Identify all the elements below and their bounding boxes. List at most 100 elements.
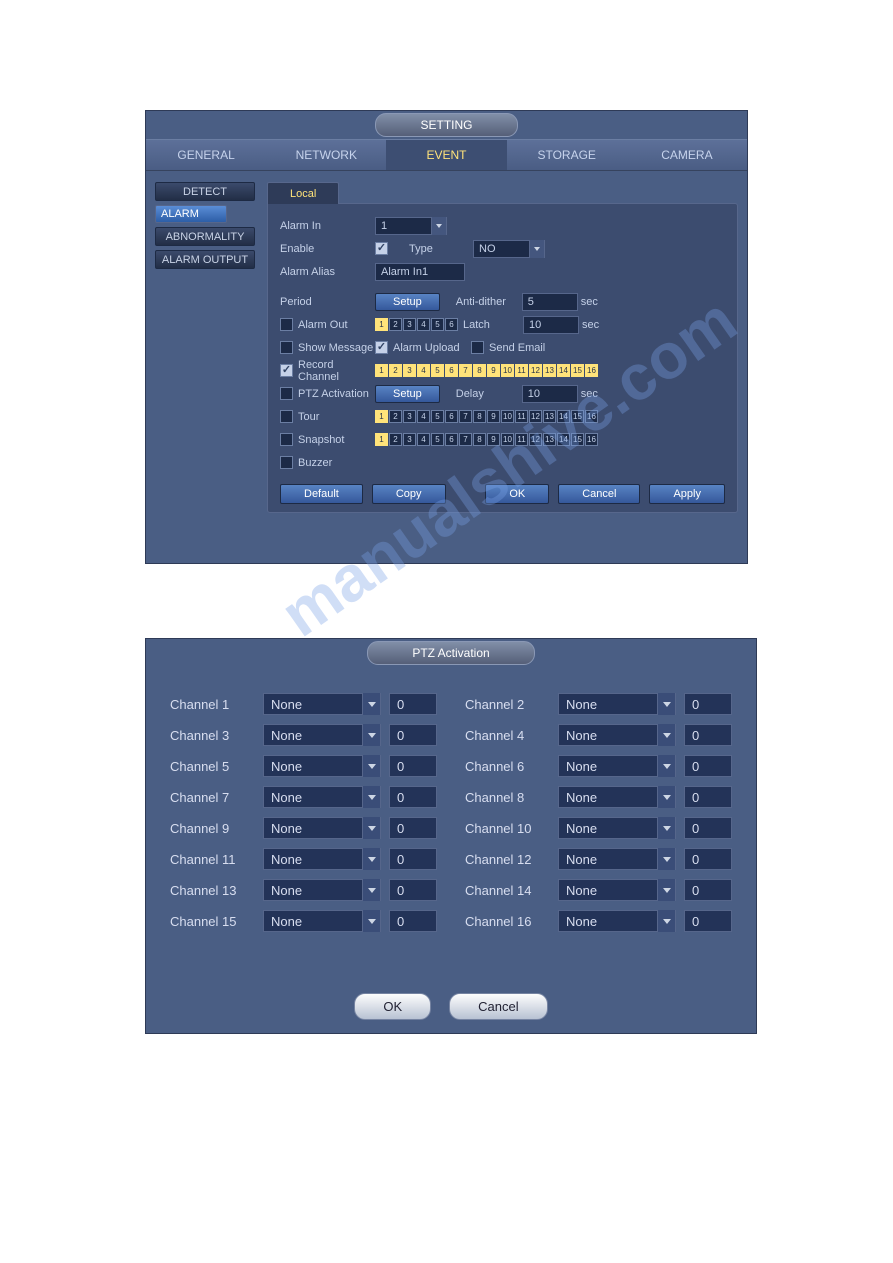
channel-1[interactable]: 1 xyxy=(375,410,388,423)
button-apply[interactable]: Apply xyxy=(649,484,725,504)
channel-1[interactable]: 1 xyxy=(375,318,388,331)
channel-preset-input[interactable]: 0 xyxy=(389,848,437,870)
channel-9[interactable]: 9 xyxy=(487,433,500,446)
channel-5[interactable]: 5 xyxy=(431,433,444,446)
channel-5[interactable]: 5 xyxy=(431,318,444,331)
checkbox-send-email[interactable] xyxy=(471,341,484,354)
channel-preset-input[interactable]: 0 xyxy=(389,817,437,839)
channel-preset-input[interactable]: 0 xyxy=(389,910,437,932)
channel-group-record[interactable]: 12345678910111213141516 xyxy=(375,364,598,377)
input-latch[interactable]: 10 xyxy=(523,316,579,334)
channel-action-select[interactable]: None xyxy=(558,848,676,870)
channel-group-tour[interactable]: 12345678910111213141516 xyxy=(375,410,598,423)
main-tab-storage[interactable]: STORAGE xyxy=(507,140,627,170)
channel-action-select[interactable]: None xyxy=(263,693,381,715)
select-alarm-in[interactable]: 1 xyxy=(375,217,447,235)
channel-action-select[interactable]: None xyxy=(263,724,381,746)
channel-1[interactable]: 1 xyxy=(375,433,388,446)
channel-7[interactable]: 7 xyxy=(459,433,472,446)
channel-preset-input[interactable]: 0 xyxy=(684,755,732,777)
subtab-local[interactable]: Local xyxy=(267,182,339,204)
channel-4[interactable]: 4 xyxy=(417,410,430,423)
channel-action-select[interactable]: None xyxy=(263,910,381,932)
channel-10[interactable]: 10 xyxy=(501,410,514,423)
channel-action-select[interactable]: None xyxy=(263,817,381,839)
channel-11[interactable]: 11 xyxy=(515,410,528,423)
channel-preset-input[interactable]: 0 xyxy=(684,879,732,901)
button-copy[interactable]: Copy xyxy=(372,484,446,504)
channel-7[interactable]: 7 xyxy=(459,410,472,423)
button-cancel[interactable]: Cancel xyxy=(449,993,547,1020)
channel-group-alarm-out[interactable]: 123456 xyxy=(375,318,458,331)
button-ptz-setup[interactable]: Setup xyxy=(375,385,440,403)
channel-9[interactable]: 9 xyxy=(487,410,500,423)
sidebar-alarm[interactable]: ALARM xyxy=(155,205,227,223)
channel-action-select[interactable]: None xyxy=(263,848,381,870)
channel-13[interactable]: 13 xyxy=(543,364,556,377)
input-anti-dither[interactable]: 5 xyxy=(522,293,578,311)
channel-15[interactable]: 15 xyxy=(571,364,584,377)
main-tab-event[interactable]: EVENT xyxy=(386,140,506,170)
channel-preset-input[interactable]: 0 xyxy=(684,910,732,932)
sidebar-detect[interactable]: DETECT xyxy=(155,182,255,201)
input-alias[interactable]: Alarm In1 xyxy=(375,263,465,281)
button-cancel[interactable]: Cancel xyxy=(558,484,640,504)
channel-preset-input[interactable]: 0 xyxy=(389,879,437,901)
sidebar-alarm-output[interactable]: ALARM OUTPUT xyxy=(155,250,255,269)
channel-6[interactable]: 6 xyxy=(445,433,458,446)
channel-12[interactable]: 12 xyxy=(529,364,542,377)
checkbox-record-channel[interactable] xyxy=(280,364,293,377)
button-ok[interactable]: OK xyxy=(354,993,431,1020)
button-ok[interactable]: OK xyxy=(485,484,549,504)
channel-action-select[interactable]: None xyxy=(558,755,676,777)
channel-12[interactable]: 12 xyxy=(529,410,542,423)
channel-3[interactable]: 3 xyxy=(403,433,416,446)
channel-2[interactable]: 2 xyxy=(389,364,402,377)
channel-action-select[interactable]: None xyxy=(558,693,676,715)
channel-action-select[interactable]: None xyxy=(558,910,676,932)
button-period-setup[interactable]: Setup xyxy=(375,293,440,311)
channel-action-select[interactable]: None xyxy=(263,755,381,777)
checkbox-show-message[interactable] xyxy=(280,341,293,354)
channel-5[interactable]: 5 xyxy=(431,410,444,423)
checkbox-buzzer[interactable] xyxy=(280,456,293,469)
checkbox-alarm-out[interactable] xyxy=(280,318,293,331)
input-delay[interactable]: 10 xyxy=(522,385,578,403)
channel-preset-input[interactable]: 0 xyxy=(389,693,437,715)
channel-3[interactable]: 3 xyxy=(403,410,416,423)
button-default[interactable]: Default xyxy=(280,484,363,504)
channel-6[interactable]: 6 xyxy=(445,364,458,377)
channel-2[interactable]: 2 xyxy=(389,433,402,446)
main-tab-network[interactable]: NETWORK xyxy=(266,140,386,170)
channel-action-select[interactable]: None xyxy=(558,817,676,839)
channel-preset-input[interactable]: 0 xyxy=(684,786,732,808)
channel-6[interactable]: 6 xyxy=(445,410,458,423)
channel-action-select[interactable]: None xyxy=(558,786,676,808)
channel-8[interactable]: 8 xyxy=(473,410,486,423)
channel-preset-input[interactable]: 0 xyxy=(684,724,732,746)
channel-8[interactable]: 8 xyxy=(473,364,486,377)
channel-13[interactable]: 13 xyxy=(543,433,556,446)
channel-preset-input[interactable]: 0 xyxy=(389,755,437,777)
main-tab-camera[interactable]: CAMERA xyxy=(627,140,747,170)
checkbox-ptz[interactable] xyxy=(280,387,293,400)
channel-action-select[interactable]: None xyxy=(558,724,676,746)
channel-1[interactable]: 1 xyxy=(375,364,388,377)
select-type[interactable]: NO xyxy=(473,240,545,258)
channel-11[interactable]: 11 xyxy=(515,433,528,446)
channel-16[interactable]: 16 xyxy=(585,433,598,446)
channel-preset-input[interactable]: 0 xyxy=(684,817,732,839)
channel-6[interactable]: 6 xyxy=(445,318,458,331)
channel-5[interactable]: 5 xyxy=(431,364,444,377)
channel-4[interactable]: 4 xyxy=(417,433,430,446)
channel-15[interactable]: 15 xyxy=(571,410,584,423)
channel-2[interactable]: 2 xyxy=(389,318,402,331)
channel-4[interactable]: 4 xyxy=(417,364,430,377)
channel-preset-input[interactable]: 0 xyxy=(389,724,437,746)
channel-14[interactable]: 14 xyxy=(557,364,570,377)
channel-3[interactable]: 3 xyxy=(403,318,416,331)
channel-11[interactable]: 11 xyxy=(515,364,528,377)
channel-group-snapshot[interactable]: 12345678910111213141516 xyxy=(375,433,598,446)
channel-10[interactable]: 10 xyxy=(501,364,514,377)
channel-3[interactable]: 3 xyxy=(403,364,416,377)
